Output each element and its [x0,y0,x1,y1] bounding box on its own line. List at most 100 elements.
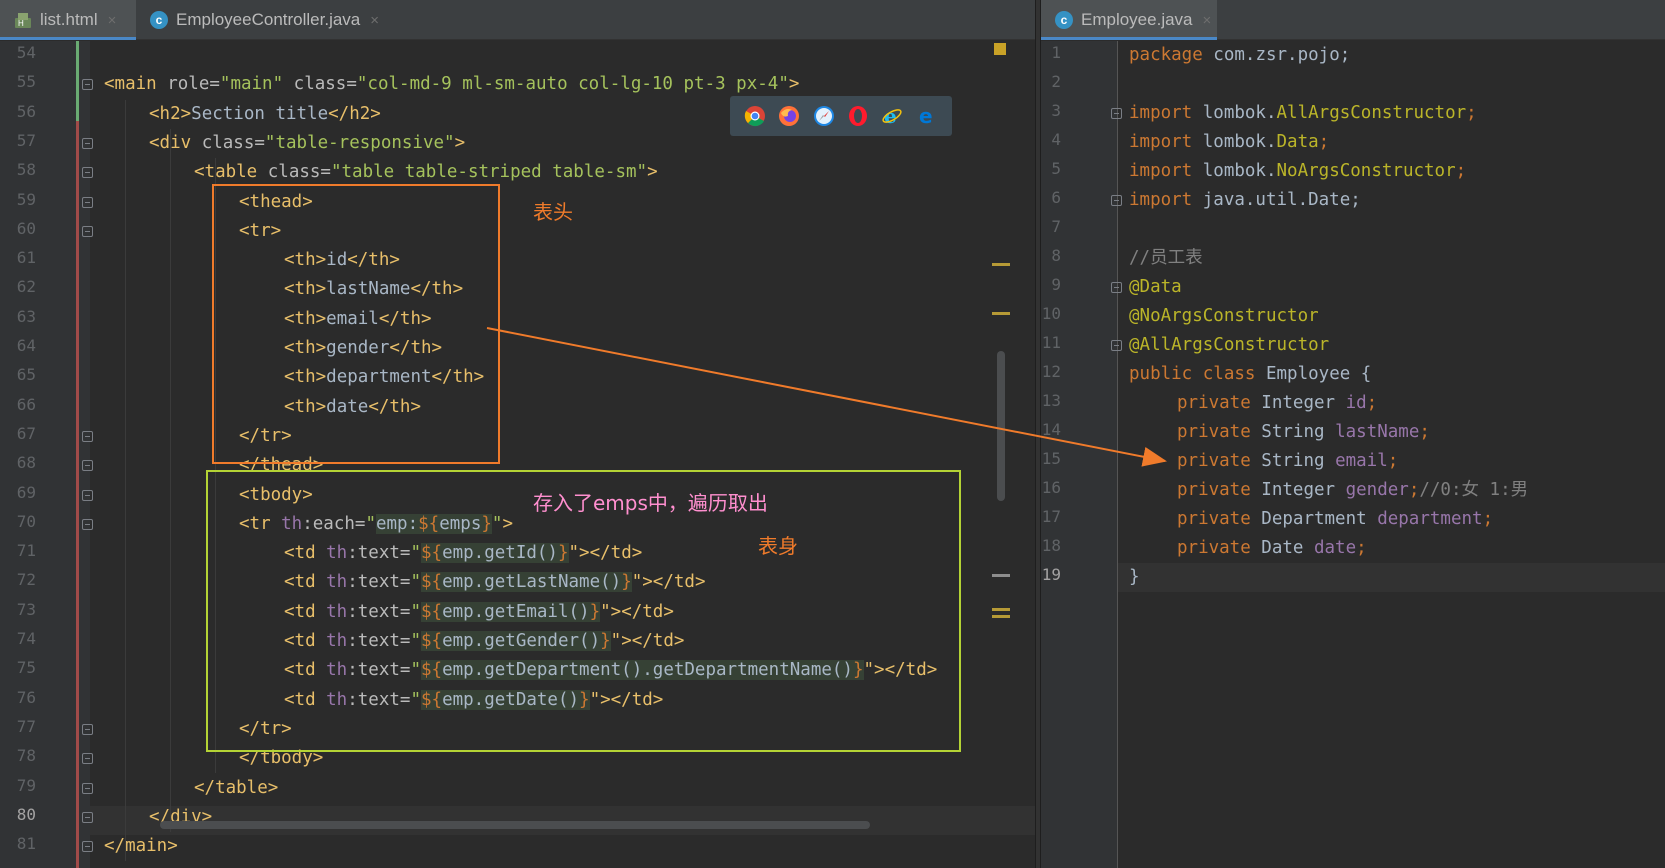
line-number: 2 [1051,72,1061,91]
code-token: "table-responsive" [264,132,455,153]
firefox-icon[interactable] [778,105,800,127]
code-token: private [1177,509,1251,529]
code-token: ; [1356,538,1367,558]
stripe-mark[interactable] [992,574,1010,577]
fold-icon[interactable] [1111,282,1122,293]
line-number: 60 [16,218,36,238]
tab-employee-java[interactable]: c Employee.java × [1041,0,1217,40]
code-token: Integer [1250,393,1346,413]
fold-icon[interactable] [1111,340,1122,351]
code-token: public class [1129,364,1256,384]
code-token: ; [1366,393,1378,413]
code-token: import [1129,161,1193,181]
code-token: </main> [104,836,178,857]
fold-icon[interactable] [82,841,93,853]
code-line: <div class="table-responsive"> [149,129,465,158]
stripe-mark[interactable] [992,312,1010,315]
line-number: 70 [16,511,36,531]
code-token: Section title [191,103,329,124]
stripe-mark[interactable] [992,615,1010,618]
indent-guide [125,99,126,862]
horizontal-scrollbar[interactable] [160,821,870,829]
line-number: 76 [16,687,36,707]
fold-icon[interactable] [82,196,93,208]
line-number: 61 [16,248,36,268]
edge-icon[interactable]: e [916,105,938,127]
code-token: > [454,132,466,153]
fold-icon[interactable] [82,79,93,91]
close-icon[interactable]: × [1203,12,1212,29]
fold-icon[interactable] [1111,195,1122,206]
fold-icon[interactable] [82,137,93,149]
line-number: 81 [16,834,36,854]
tab-list-html[interactable]: H list.html × [0,0,136,40]
gutter-separator [1117,41,1118,868]
line-number: 67 [16,423,36,443]
code-token: com.zsr.pojo; [1202,45,1351,65]
code-token: ; [1482,509,1494,529]
code-line: package com.zsr.pojo; [1129,41,1350,70]
opera-icon[interactable] [847,105,869,127]
code-token: private [1177,480,1251,500]
line-number: 15 [1041,449,1061,468]
tab-employee-controller[interactable]: c EmployeeController.java × [136,0,408,40]
ie-icon[interactable]: e [881,105,903,127]
code-token: Integer [1250,480,1346,500]
code-token: Employee { [1255,364,1372,384]
fold-icon[interactable] [1111,108,1122,119]
fold-icon[interactable] [82,753,93,765]
close-icon[interactable]: × [108,12,117,29]
svg-text:H: H [18,19,24,28]
fold-icon[interactable] [82,811,93,823]
thead-annotation-box [212,184,500,464]
code-line: //员工表 [1129,244,1203,273]
safari-icon[interactable] [813,105,835,127]
code-token: <table [194,162,258,183]
fold-icon[interactable] [82,518,93,530]
fold-icon[interactable] [82,782,93,794]
indent-guide [170,128,171,833]
code-token: lombok. [1192,103,1277,123]
current-line-highlight [1118,563,1665,592]
line-number: 74 [16,629,36,648]
fold-icon[interactable] [82,489,93,501]
stripe-mark[interactable] [992,608,1010,611]
fold-icon[interactable] [82,430,93,442]
fold-icon[interactable] [82,167,93,179]
code-token: @AllArgsConstructor [1129,335,1330,355]
vertical-scrollbar[interactable] [997,351,1005,501]
stripe-mark[interactable] [992,263,1010,266]
line-number: 62 [16,277,36,297]
code-line: <h2>Section title</h2> [149,100,381,129]
code-line: } [1129,563,1140,592]
java-class-icon: c [150,11,168,29]
code-token: ; [1387,451,1399,471]
code-token: private [1177,393,1251,413]
code-token: department [1377,509,1483,529]
code-line: @Data [1129,273,1182,302]
line-number: 73 [16,599,36,619]
java-editor[interactable]: 1 2 3 4 5 6 7 8 9 10 11 12 13 14 15 16 17 18 19 package co… [1041,41,1665,868]
code-line: <table class="table table-striped table-… [194,158,658,187]
close-icon[interactable]: × [370,12,379,29]
line-number: 79 [16,775,36,795]
code-token: "table table-striped table-sm" [330,162,648,183]
line-number: 58 [16,160,36,180]
line-number: 11 [1041,333,1061,352]
fold-icon[interactable] [82,723,93,735]
code-line: private Integer id; [1177,389,1377,418]
line-number: 68 [16,453,36,473]
line-number: 4 [1051,130,1061,149]
fold-icon[interactable] [82,460,93,472]
code-token: ; [1408,480,1420,500]
line-number: 19 [1041,565,1061,584]
warning-marker[interactable] [994,43,1006,55]
line-number: 66 [16,394,36,414]
line-number: 8 [1051,246,1061,265]
code-token: AllArgsConstructor [1276,103,1467,123]
fold-icon[interactable] [82,225,93,237]
chrome-icon[interactable] [744,105,766,127]
line-number: 9 [1051,275,1061,294]
line-number: 16 [1041,478,1061,497]
line-number: 55 [16,72,36,92]
